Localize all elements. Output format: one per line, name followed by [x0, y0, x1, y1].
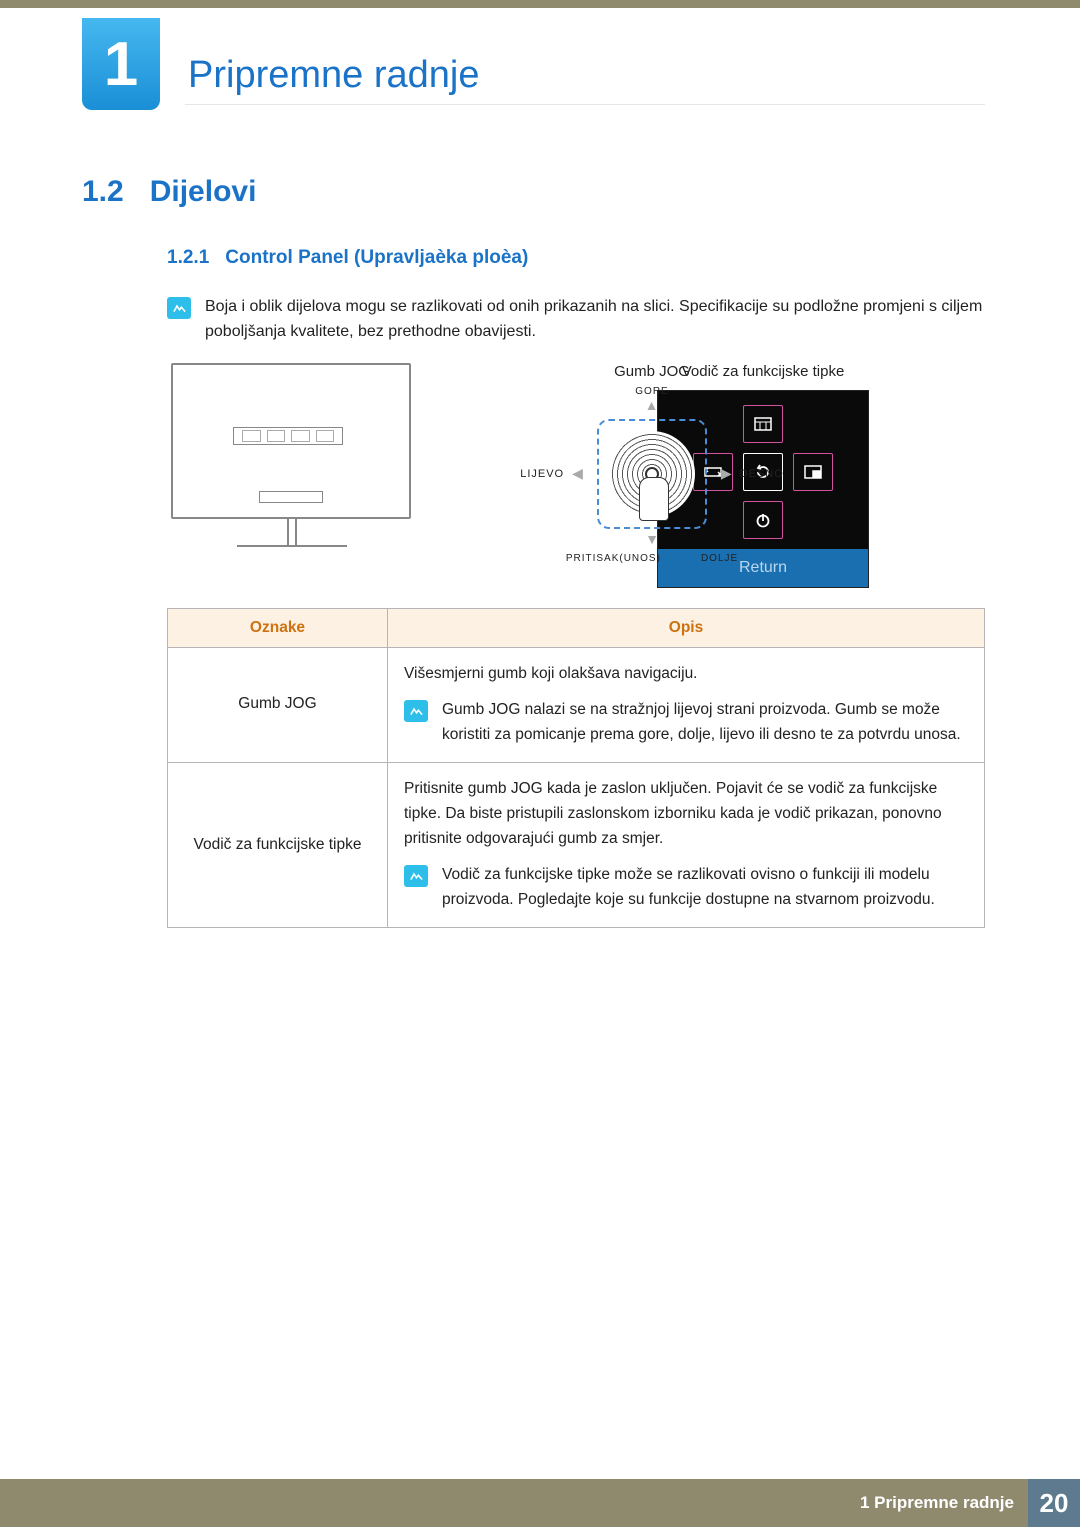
- jog-left-label: LIJEVO: [520, 468, 564, 480]
- monitor-diagram: Gumb JOG GORE ▲ LIJEVO ◀ ▶ DESNO: [167, 363, 657, 551]
- note-icon: [404, 700, 428, 722]
- row-desc: Višesmjerni gumb koji olakšava navigacij…: [404, 662, 968, 687]
- jog-button-diagram: [597, 419, 707, 529]
- table-row: Gumb JOG Višesmjerni gumb koji olakšava …: [168, 647, 985, 762]
- arrow-left-icon: ◀: [572, 465, 583, 482]
- row-note-text: Gumb JOG nalazi se na stražnjoj lijevoj …: [442, 698, 968, 748]
- subsection-heading: 1.2.1 Control Panel (Upravljaèka ploèa): [167, 247, 985, 269]
- table-header-oznake: Oznake: [168, 608, 388, 647]
- jog-dial-icon: [609, 431, 695, 517]
- control-table: Oznake Opis Gumb JOG Višesmjerni gumb ko…: [167, 608, 985, 928]
- monitor-stem: [287, 519, 297, 545]
- monitor-badge: [259, 491, 323, 503]
- page-footer: 1 Pripremne radnje 20: [0, 1479, 1080, 1527]
- row-note: Gumb JOG nalazi se na stražnjoj lijevoj …: [404, 698, 968, 748]
- section-heading: 1.2 Dijelovi: [82, 175, 985, 209]
- section-title: Dijelovi: [150, 175, 257, 208]
- jog-label: Gumb JOG: [497, 363, 807, 380]
- chapter-header: 1 Pripremne radnje: [82, 18, 479, 110]
- section-number: 1.2: [82, 175, 124, 208]
- note-icon: [167, 297, 191, 319]
- arrow-down-icon: ▼: [497, 531, 807, 547]
- jog-area: Gumb JOG GORE ▲ LIJEVO ◀ ▶ DESNO: [497, 363, 807, 564]
- note-icon: [404, 865, 428, 887]
- footer-page-number: 20: [1028, 1479, 1080, 1527]
- row-label: Vodič za funkcijske tipke: [168, 762, 388, 927]
- row-desc: Pritisnite gumb JOG kada je zaslon uklju…: [404, 777, 968, 851]
- top-strip: [0, 0, 1080, 8]
- table-header-opis: Opis: [388, 608, 985, 647]
- divider: [185, 104, 985, 105]
- chapter-number: 1: [82, 18, 160, 110]
- top-note: Boja i oblik dijelova mogu se razlikovat…: [167, 295, 985, 345]
- monitor-ports: [233, 427, 343, 445]
- top-note-text: Boja i oblik dijelova mogu se razlikovat…: [205, 295, 985, 345]
- arrow-right-icon: ▶: [721, 465, 732, 482]
- jog-right-label: DESNO: [740, 468, 784, 480]
- diagram-area: Gumb JOG GORE ▲ LIJEVO ◀ ▶ DESNO: [167, 363, 985, 588]
- arrow-up-icon: ▲: [645, 397, 660, 413]
- row-desc-cell: Višesmjerni gumb koji olakšava navigacij…: [388, 647, 985, 762]
- monitor-stand: [237, 545, 347, 551]
- footer-text: 1 Pripremne radnje: [860, 1493, 1014, 1513]
- table-row: Vodič za funkcijske tipke Pritisnite gum…: [168, 762, 985, 927]
- subsection-number: 1.2.1: [167, 247, 209, 268]
- chapter-title: Pripremne radnje: [188, 54, 479, 97]
- jog-press-label: PRITISAK(UNOS): [566, 553, 661, 564]
- row-note: Vodič za funkcijske tipke može se razlik…: [404, 863, 968, 913]
- subsection-title: Control Panel (Upravljaèka ploèa): [225, 247, 528, 268]
- row-desc-cell: Pritisnite gumb JOG kada je zaslon uklju…: [388, 762, 985, 927]
- row-note-text: Vodič za funkcijske tipke može se razlik…: [442, 863, 968, 913]
- jog-up-label: GORE ▲: [497, 386, 807, 413]
- row-label: Gumb JOG: [168, 647, 388, 762]
- monitor-frame: [171, 363, 411, 519]
- jog-down-label: DOLJE: [701, 553, 738, 564]
